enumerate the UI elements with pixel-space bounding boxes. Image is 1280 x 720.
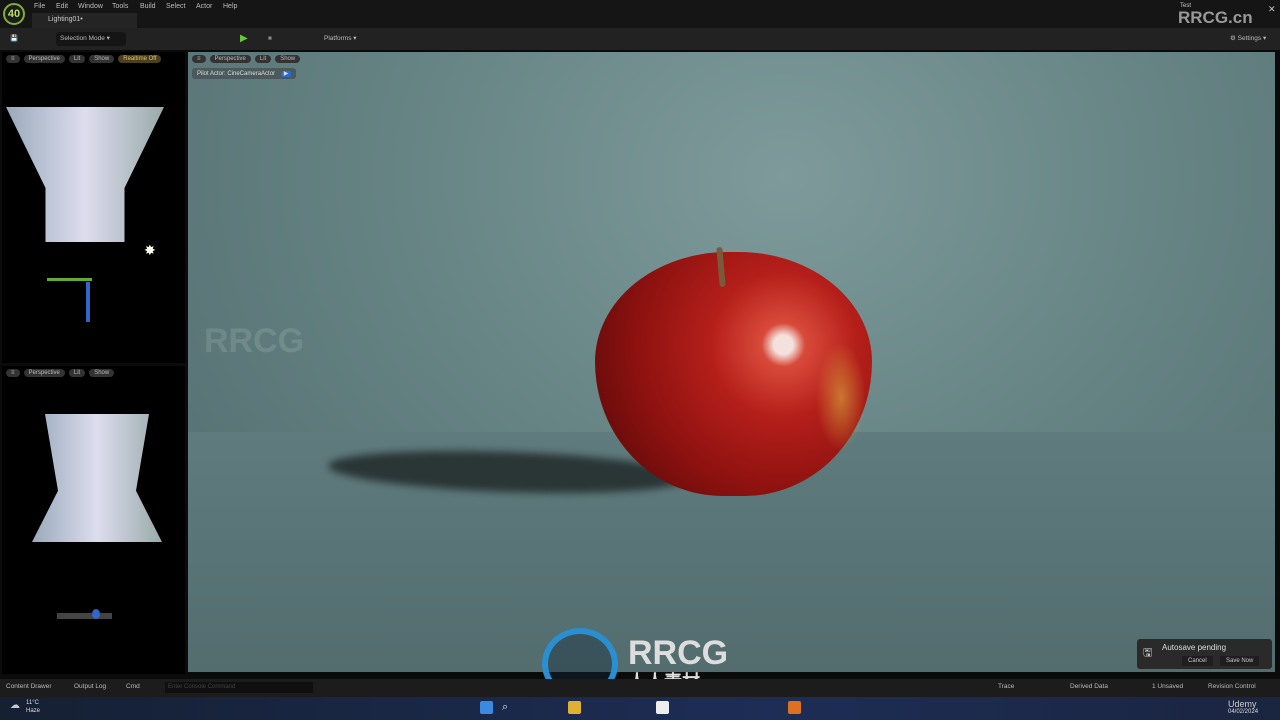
gizmo-bar[interactable]: [57, 613, 112, 619]
menu-actor[interactable]: Actor: [196, 3, 212, 10]
save-icon[interactable]: 💾: [6, 32, 22, 46]
menu-tools[interactable]: Tools: [112, 3, 128, 10]
menu-select[interactable]: Select: [166, 3, 185, 10]
cancel-button[interactable]: Cancel: [1182, 656, 1213, 666]
toolbar: 💾 Selection Mode ▾ ▶ ■ Platforms ▾ ⚙ Set…: [0, 28, 1280, 50]
pilot-actor-label: Pilot Actor: CineCameraActor: [197, 71, 276, 77]
show-button[interactable]: Show: [275, 55, 301, 63]
perspective-button[interactable]: Perspective: [23, 55, 65, 63]
close-icon[interactable]: ✕: [1268, 4, 1276, 15]
save-icon: 🖫: [1143, 647, 1153, 659]
menu-edit[interactable]: Edit: [56, 3, 68, 10]
selection-mode-label: Selection Mode: [60, 35, 105, 42]
udemy-watermark: Udemy: [1228, 699, 1257, 709]
perspective-button[interactable]: Perspective: [23, 369, 65, 377]
output-log-button[interactable]: Output Log: [74, 683, 106, 690]
viewport-menu-icon[interactable]: ≡: [192, 55, 206, 63]
scene-mesh: [32, 414, 162, 542]
light-icon[interactable]: ✸: [144, 242, 156, 259]
show-button[interactable]: Show: [89, 55, 115, 63]
revision-control-button[interactable]: Revision Control: [1208, 683, 1256, 690]
viewport-menu-icon[interactable]: ≡: [6, 369, 20, 377]
explorer-icon[interactable]: [568, 701, 581, 714]
taskbar: ☁ 11°C Haze ⌕ Udemy 04/02/2024: [0, 697, 1280, 720]
viewport-bottom-left[interactable]: ≡ Perspective Lit Show: [2, 366, 185, 674]
temperature: 11°C: [26, 700, 39, 706]
weather-text: Haze: [26, 708, 41, 714]
weather-icon[interactable]: ☁: [10, 700, 20, 711]
save-now-button[interactable]: Save Now: [1220, 656, 1260, 666]
viewport-top-left[interactable]: ≡ Perspective Lit Show Realtime Off ✸: [2, 52, 185, 363]
menu-help[interactable]: Help: [223, 3, 237, 10]
gizmo-z[interactable]: [86, 282, 90, 322]
vlc-icon[interactable]: [788, 701, 801, 714]
perspective-button[interactable]: Perspective: [209, 55, 251, 63]
apple: [595, 252, 872, 496]
lit-button[interactable]: Lit: [254, 55, 272, 63]
menu-build[interactable]: Build: [140, 3, 156, 10]
platforms-button[interactable]: Platforms ▾: [320, 32, 361, 46]
watermark-center: RRCG: [204, 322, 305, 360]
platforms-label: Platforms: [324, 35, 352, 42]
rrcg-brand: RRCG: [628, 634, 729, 672]
start-icon[interactable]: [480, 701, 493, 714]
autosave-notification: 🖫 Autosave pending Cancel Save Now: [1137, 639, 1272, 669]
menu-window[interactable]: Window: [78, 3, 103, 10]
settings-button[interactable]: ⚙ Settings ▾: [1226, 32, 1270, 46]
realtime-off-badge[interactable]: Realtime Off: [118, 55, 162, 63]
show-button[interactable]: Show: [89, 369, 115, 377]
settings-label: Settings: [1237, 35, 1262, 42]
main-viewport[interactable]: ≡ Perspective Lit Show Pilot Actor: Cine…: [188, 52, 1275, 672]
status-bar: Content Drawer Output Log Cmd Enter Cons…: [0, 679, 1280, 697]
autosave-title: Autosave pending: [1162, 643, 1227, 652]
menu-file[interactable]: File: [34, 3, 45, 10]
unreal-logo[interactable]: 40: [3, 3, 25, 25]
derived-data-button[interactable]: Derived Data: [1070, 683, 1108, 690]
trace-dropdown[interactable]: Trace: [998, 683, 1014, 690]
content-drawer-button[interactable]: Content Drawer: [6, 683, 52, 690]
lit-button[interactable]: Lit: [68, 369, 86, 377]
selection-mode-dropdown[interactable]: Selection Mode ▾: [56, 32, 126, 46]
gizmo-handle[interactable]: [92, 609, 100, 619]
watermark: RRCG.cn: [1178, 8, 1253, 27]
scene-mesh: [6, 107, 164, 242]
date: 04/02/2024: [1228, 709, 1259, 715]
play-icon[interactable]: ▶: [236, 32, 252, 46]
stop-icon[interactable]: ■: [264, 32, 276, 46]
lit-button[interactable]: Lit: [68, 55, 86, 63]
unreal-taskbar-icon[interactable]: [656, 701, 669, 714]
viewport-menu-icon[interactable]: ≡: [6, 55, 20, 63]
unsaved-button[interactable]: 1 Unsaved: [1152, 683, 1183, 690]
gizmo-x[interactable]: [47, 278, 92, 281]
console-input[interactable]: Enter Console Command: [165, 682, 313, 693]
search-icon[interactable]: ⌕: [502, 701, 515, 714]
pilot-actor-bar[interactable]: Pilot Actor: CineCameraActor ▶: [192, 68, 297, 79]
camera-icon[interactable]: ▶: [280, 71, 292, 77]
tab-level[interactable]: Lighting01•: [32, 13, 137, 28]
cmd-dropdown[interactable]: Cmd: [126, 683, 140, 690]
menu-bar: 40 File Edit Window Tools Build Select A…: [0, 0, 1280, 28]
